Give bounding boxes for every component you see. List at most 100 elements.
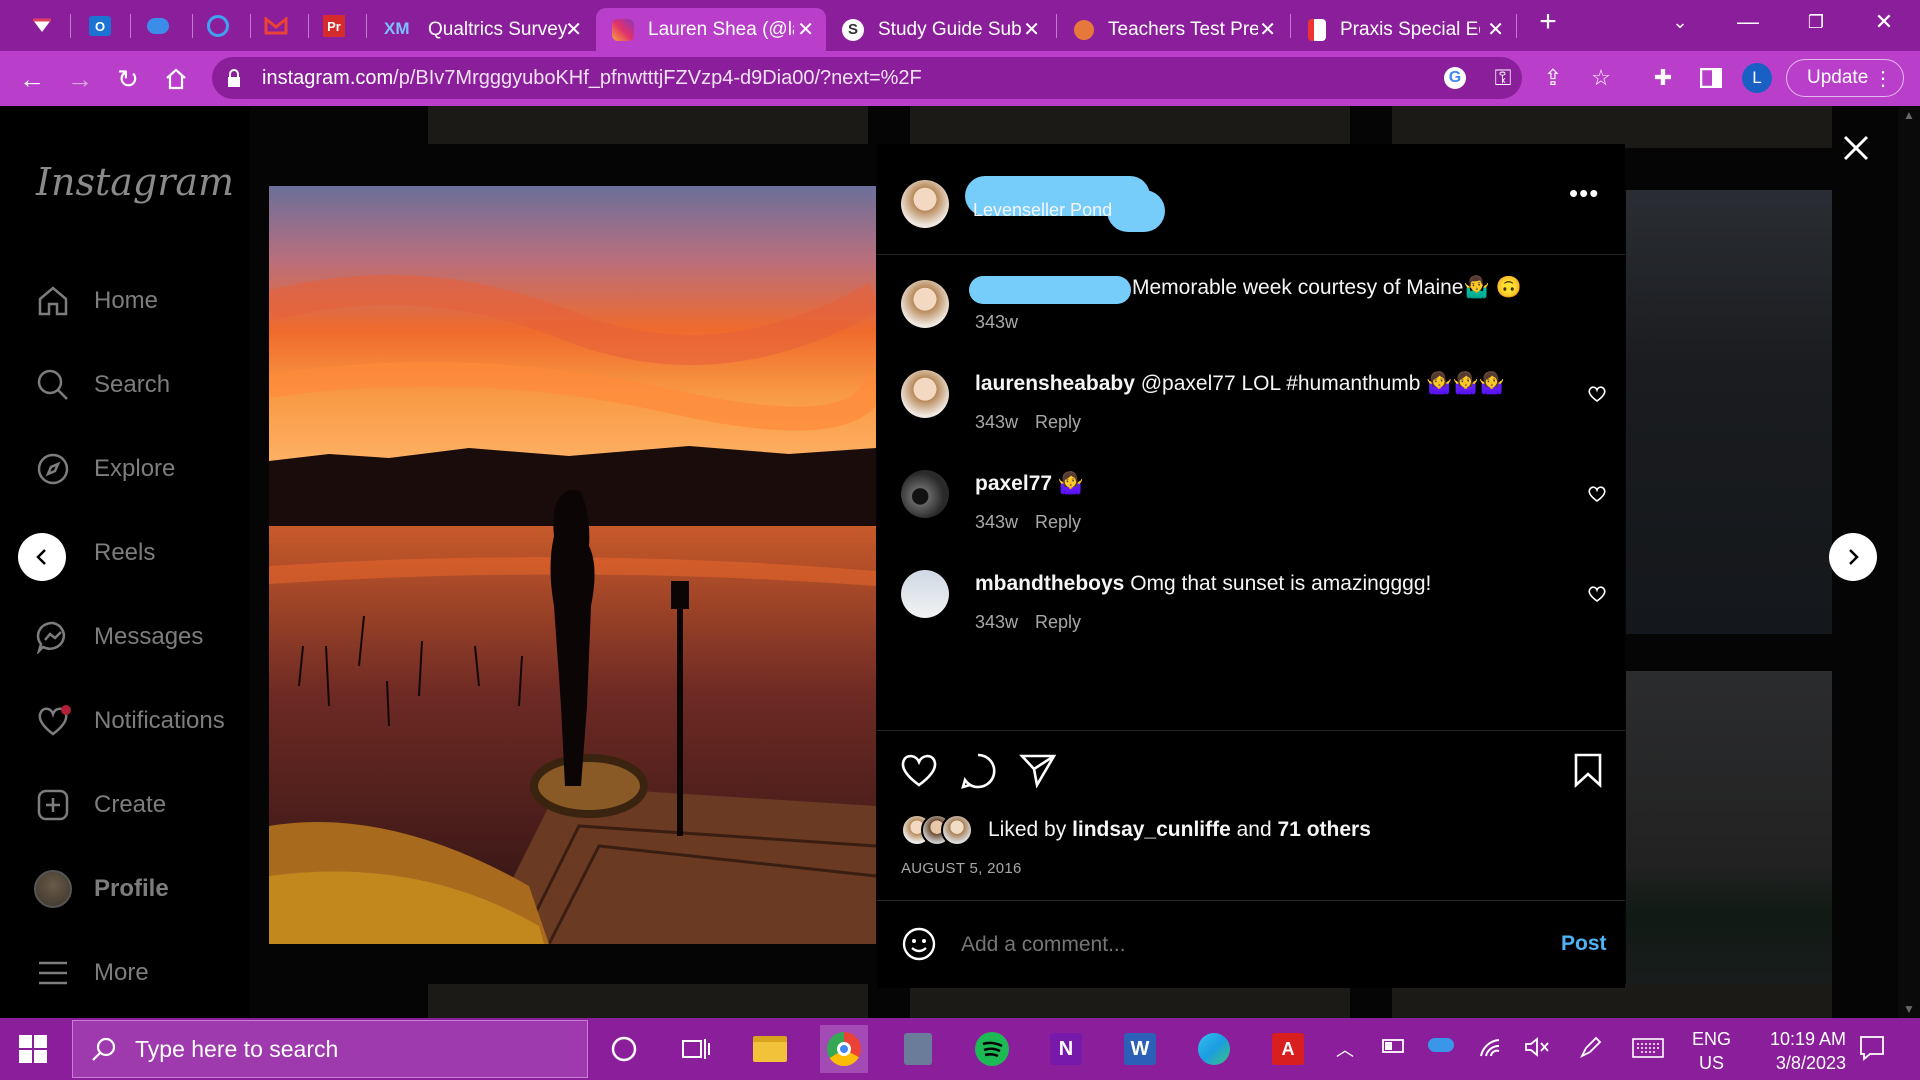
comment-input[interactable] (961, 928, 1521, 962)
close-tab-icon[interactable]: ✕ (1023, 17, 1040, 42)
author-avatar[interactable] (901, 180, 949, 228)
save-post-icon[interactable] (1573, 752, 1603, 788)
like-comment-icon[interactable] (1587, 384, 1607, 404)
instagram-icon (612, 18, 634, 41)
taskbar-spotify[interactable] (968, 1025, 1016, 1073)
reload-button[interactable]: ↻ (110, 61, 146, 97)
sidebar-item-home[interactable]: Home (34, 276, 158, 326)
pinned-tab-swirl[interactable] (198, 10, 238, 42)
tab-instagram[interactable]: Lauren Shea (@la ✕ (596, 8, 826, 51)
sidebar-item-messages[interactable]: Messages (34, 612, 203, 662)
taskbar-file-explorer[interactable] (746, 1025, 794, 1073)
clock[interactable]: 10:19 AM 3/8/2023 (1742, 1027, 1846, 1075)
sidebar-item-profile[interactable]: Profile (34, 864, 169, 914)
like-comment-icon[interactable] (1587, 584, 1607, 604)
close-tab-icon[interactable]: ✕ (1259, 17, 1276, 42)
home-button[interactable] (158, 61, 194, 97)
onedrive-icon[interactable] (1428, 1038, 1454, 1052)
sidebar-item-search[interactable]: Search (34, 360, 170, 410)
address-bar[interactable]: instagram.com/p/BIv7MrgggyuboKHf_pfnwttt… (212, 57, 1522, 99)
page-scrollbar[interactable]: ▲ ▼ (1898, 106, 1920, 1018)
comment-username[interactable]: laurensheababy (975, 372, 1135, 395)
battery-icon[interactable] (1382, 1038, 1406, 1059)
notification-center-button[interactable] (1858, 1034, 1886, 1067)
google-lens-button[interactable]: G (1438, 61, 1472, 95)
close-icon: ✕ (1874, 9, 1894, 34)
show-hidden-icons-button[interactable]: ︿ (1336, 1036, 1354, 1062)
pinned-tab-pr[interactable]: Pr (314, 10, 354, 42)
taskbar-word[interactable]: W (1116, 1025, 1164, 1073)
password-key-button[interactable]: ⚿ (1486, 61, 1520, 95)
post-location[interactable]: Levenseller Pond (973, 200, 1112, 221)
liker-username[interactable]: lindsay_cunliffe (1072, 818, 1231, 841)
close-modal-button[interactable] (1838, 130, 1874, 166)
pinned-tab-cloud[interactable] (138, 10, 178, 42)
kebab-menu-icon: ⋮ (1873, 67, 1893, 90)
wifi-icon[interactable] (1478, 1036, 1502, 1063)
tab-study-guide[interactable]: S Study Guide Sub ✕ (828, 8, 1052, 51)
tab-qualtrics[interactable]: XM Qualtrics Survey | ✕ (372, 8, 594, 51)
instagram-logo[interactable]: Instagram (36, 160, 234, 204)
comment-username[interactable]: mbandtheboys (975, 572, 1124, 595)
post-comment-button[interactable]: Post (1561, 932, 1607, 956)
commenter-avatar[interactable] (901, 470, 949, 518)
post-date[interactable]: AUGUST 5, 2016 (901, 860, 1022, 877)
tab-praxis[interactable]: Praxis Special Ed ✕ (1296, 8, 1516, 51)
taskbar-chrome[interactable] (820, 1025, 868, 1073)
comment-icon[interactable] (959, 752, 997, 790)
tab-search-button[interactable]: ⌄ (1650, 0, 1710, 44)
chat-bubble-icon (1860, 1036, 1884, 1061)
next-post-button[interactable] (1829, 533, 1877, 581)
profile-button[interactable]: L (1740, 61, 1774, 95)
share-post-icon[interactable] (1019, 752, 1057, 788)
pinned-tab-1[interactable] (22, 10, 62, 42)
previous-post-button[interactable] (18, 533, 66, 581)
reply-button[interactable]: Reply (1035, 412, 1081, 433)
taskbar-calculator[interactable] (894, 1025, 942, 1073)
start-button[interactable] (18, 1034, 48, 1064)
commenter-avatar[interactable] (901, 570, 949, 618)
close-tab-icon[interactable]: ✕ (797, 17, 814, 42)
cortana-button[interactable] (600, 1025, 648, 1073)
side-panel-button[interactable] (1694, 61, 1728, 95)
pinned-tab-outlook[interactable]: O (80, 10, 120, 42)
likes-count[interactable]: 71 others (1278, 818, 1371, 841)
author-avatar[interactable] (901, 280, 949, 328)
forward-button[interactable]: → (62, 61, 98, 97)
taskbar-edge[interactable] (1190, 1025, 1238, 1073)
taskbar-search-box[interactable]: Type here to search (72, 1020, 588, 1078)
task-view-button[interactable] (672, 1025, 720, 1073)
new-tab-button[interactable]: + (1518, 0, 1578, 44)
sidebar-item-explore[interactable]: Explore (34, 444, 175, 494)
like-comment-icon[interactable] (1587, 484, 1607, 504)
taskbar-acrobat[interactable]: A (1264, 1025, 1312, 1073)
taskbar-onenote[interactable]: N (1042, 1025, 1090, 1073)
share-button[interactable]: ⇪ (1536, 61, 1570, 95)
commenter-avatar[interactable] (901, 370, 949, 418)
pen-icon[interactable] (1578, 1036, 1602, 1065)
bookmark-star-button[interactable]: ☆ (1584, 61, 1618, 95)
restore-button[interactable]: ❐ (1786, 0, 1846, 44)
pinned-tab-gmail[interactable] (256, 10, 296, 42)
volume-muted-icon[interactable] (1524, 1036, 1550, 1063)
like-post-icon[interactable] (899, 752, 939, 788)
sidebar-item-create[interactable]: Create (34, 780, 166, 830)
post-options-button[interactable]: ••• (1569, 180, 1599, 208)
reply-button[interactable]: Reply (1035, 512, 1081, 533)
update-button[interactable]: Update ⋮ (1786, 59, 1904, 97)
back-button[interactable]: ← (14, 61, 50, 97)
sidebar-item-notifications[interactable]: Notifications (34, 696, 225, 746)
minimize-button[interactable]: — (1718, 0, 1778, 44)
keyboard-icon[interactable] (1632, 1038, 1664, 1063)
sidebar-item-more[interactable]: More (34, 948, 149, 998)
close-tab-icon[interactable]: ✕ (565, 17, 582, 42)
close-window-button[interactable]: ✕ (1854, 0, 1914, 44)
comment-username[interactable]: paxel77 (975, 472, 1052, 495)
post-photo[interactable] (269, 186, 876, 944)
extensions-button[interactable]: ✚ (1646, 61, 1680, 95)
close-tab-icon[interactable]: ✕ (1487, 17, 1504, 42)
tab-teachers-test[interactable]: Teachers Test Pre ✕ (1062, 8, 1288, 51)
emoji-picker-icon[interactable] (901, 926, 937, 962)
reply-button[interactable]: Reply (1035, 612, 1081, 633)
language-indicator[interactable]: ENG US (1692, 1027, 1731, 1075)
